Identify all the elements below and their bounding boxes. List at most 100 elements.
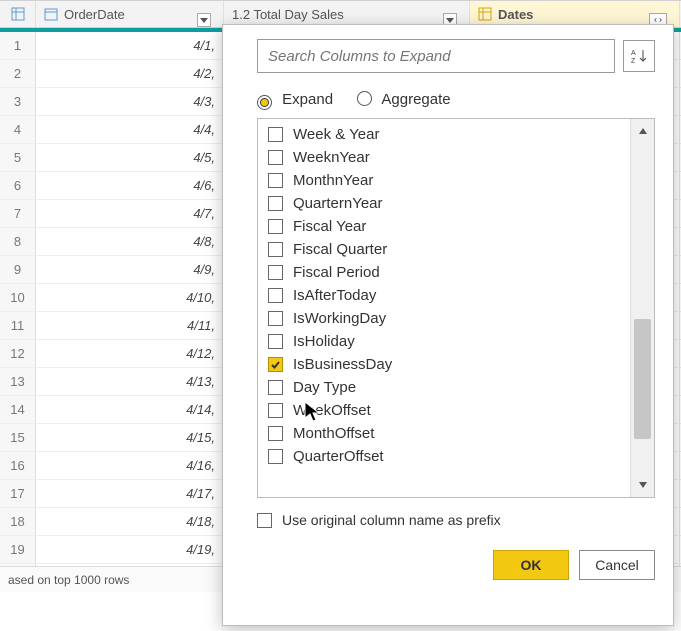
- checkbox[interactable]: [268, 311, 283, 326]
- row-index: 3: [0, 88, 36, 115]
- cell-orderdate[interactable]: 4/19,: [36, 536, 224, 563]
- list-item-label: IsWorkingDay: [293, 310, 386, 327]
- scroll-up-button[interactable]: [631, 119, 655, 143]
- svg-text:A: A: [631, 50, 636, 57]
- checkbox[interactable]: [268, 173, 283, 188]
- row-index: 2: [0, 60, 36, 87]
- list-item[interactable]: MonthnYear: [258, 169, 630, 192]
- cell-orderdate[interactable]: 4/3,: [36, 88, 224, 115]
- checkbox[interactable]: [268, 380, 283, 395]
- row-index: 17: [0, 480, 36, 507]
- cell-orderdate[interactable]: 4/11,: [36, 312, 224, 339]
- cell-orderdate[interactable]: 4/18,: [36, 508, 224, 535]
- list-item[interactable]: MonthOffset: [258, 422, 630, 445]
- row-index: 4: [0, 116, 36, 143]
- list-item[interactable]: WeekOffset: [258, 399, 630, 422]
- scrollbar[interactable]: [630, 119, 654, 497]
- list-item[interactable]: Fiscal Year: [258, 215, 630, 238]
- radio-dot-icon: [257, 95, 272, 110]
- list-item[interactable]: IsHoliday: [258, 330, 630, 353]
- sort-az-button[interactable]: A Z: [623, 40, 655, 72]
- column-filter-dropdown[interactable]: [197, 13, 211, 27]
- cell-orderdate[interactable]: 4/13,: [36, 368, 224, 395]
- radio-label: Aggregate: [381, 91, 450, 108]
- list-item[interactable]: Fiscal Period: [258, 261, 630, 284]
- checkbox[interactable]: [268, 219, 283, 234]
- list-item[interactable]: IsWorkingDay: [258, 307, 630, 330]
- row-index: 8: [0, 228, 36, 255]
- radio-expand[interactable]: Expand: [257, 91, 333, 110]
- cell-orderdate[interactable]: 4/12,: [36, 340, 224, 367]
- cell-orderdate[interactable]: 4/5,: [36, 144, 224, 171]
- cell-orderdate[interactable]: 4/17,: [36, 480, 224, 507]
- list-item[interactable]: IsBusinessDay: [258, 353, 630, 376]
- column-label: OrderDate: [64, 7, 125, 22]
- row-index: 6: [0, 172, 36, 199]
- cell-orderdate[interactable]: 4/14,: [36, 396, 224, 423]
- list-item[interactable]: Day Type: [258, 376, 630, 399]
- checkbox[interactable]: [268, 403, 283, 418]
- list-item-label: WeekOffset: [293, 402, 371, 419]
- column-header-orderdate[interactable]: OrderDate: [36, 1, 224, 27]
- checkbox[interactable]: [268, 196, 283, 211]
- columns-list[interactable]: Week & Year WeeknYear MonthnYearQuarternYe…: [258, 119, 630, 497]
- cell-orderdate[interactable]: 4/2,: [36, 60, 224, 87]
- search-columns-input[interactable]: [257, 39, 615, 73]
- checkbox[interactable]: [268, 150, 283, 165]
- scroll-down-button[interactable]: [631, 473, 655, 497]
- radio-aggregate[interactable]: Aggregate: [357, 91, 451, 110]
- cell-orderdate[interactable]: 4/9,: [36, 256, 224, 283]
- row-index: 14: [0, 396, 36, 423]
- list-item-label: Fiscal Year: [293, 218, 366, 235]
- list-item[interactable]: Fiscal Quarter: [258, 238, 630, 261]
- table-icon: [11, 7, 25, 21]
- list-item-label: Day Type: [293, 379, 356, 396]
- radio-dot-icon: [357, 91, 372, 106]
- list-item[interactable]: Week & Year: [258, 123, 630, 146]
- sort-az-icon: A Z: [631, 48, 647, 64]
- cell-orderdate[interactable]: 4/4,: [36, 116, 224, 143]
- status-text: ased on top 1000 rows: [8, 573, 129, 587]
- cell-orderdate[interactable]: 4/7,: [36, 200, 224, 227]
- checkbox[interactable]: [268, 449, 283, 464]
- list-item[interactable]: WeeknYear: [258, 146, 630, 169]
- row-index: 16: [0, 452, 36, 479]
- row-index: 19: [0, 536, 36, 563]
- list-item-label: Week & Year: [293, 126, 379, 143]
- list-item-label: IsBusinessDay: [293, 356, 392, 373]
- cancel-button[interactable]: Cancel: [579, 550, 655, 580]
- checkbox[interactable]: [268, 426, 283, 441]
- radio-label: Expand: [282, 91, 333, 108]
- chevron-up-icon: [638, 126, 648, 136]
- checkbox[interactable]: [268, 242, 283, 257]
- cell-orderdate[interactable]: 4/6,: [36, 172, 224, 199]
- table-link-icon: [478, 7, 492, 21]
- row-index: 5: [0, 144, 36, 171]
- list-item-label: WeeknYear: [293, 149, 370, 166]
- list-item-label: Fiscal Period: [293, 264, 380, 281]
- ok-button[interactable]: OK: [493, 550, 569, 580]
- scroll-thumb[interactable]: [634, 319, 651, 439]
- list-item-label: Fiscal Quarter: [293, 241, 387, 258]
- cell-orderdate[interactable]: 4/16,: [36, 452, 224, 479]
- checkbox[interactable]: [268, 127, 283, 142]
- checkbox[interactable]: [268, 265, 283, 280]
- row-index: 1: [0, 32, 36, 59]
- cell-orderdate[interactable]: 4/15,: [36, 424, 224, 451]
- list-item[interactable]: QuarterOffset: [258, 445, 630, 468]
- cell-orderdate[interactable]: 4/10,: [36, 284, 224, 311]
- svg-text:Z: Z: [631, 58, 636, 64]
- prefix-label: Use original column name as prefix: [282, 512, 501, 528]
- list-item[interactable]: QuarternYear: [258, 192, 630, 215]
- checkbox[interactable]: [268, 288, 283, 303]
- column-label: Dates: [498, 7, 533, 22]
- select-all-cell[interactable]: [0, 1, 36, 27]
- row-index: 15: [0, 424, 36, 451]
- checkbox[interactable]: [268, 334, 283, 349]
- prefix-checkbox[interactable]: [257, 513, 272, 528]
- list-item[interactable]: IsAfterToday: [258, 284, 630, 307]
- cell-orderdate[interactable]: 4/8,: [36, 228, 224, 255]
- column-label: 1.2 Total Day Sales: [232, 7, 344, 22]
- checkbox[interactable]: [268, 357, 283, 372]
- cell-orderdate[interactable]: 4/1,: [36, 32, 224, 59]
